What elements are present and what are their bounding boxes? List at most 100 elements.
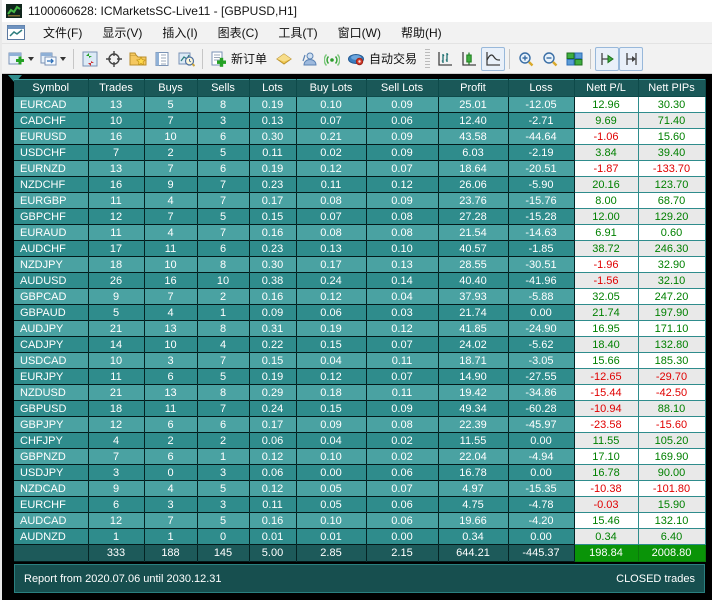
table-row[interactable]: AUDCAD 12 7 5 0.16 0.10 0.06 19.66 -4.20 15.46 132… (14, 512, 706, 529)
table-row[interactable]: EURUSD 16 10 6 0.30 0.21 0.09 43.58 -44.64 -1.06 1… (14, 128, 706, 145)
metaeditor-button[interactable] (272, 47, 296, 71)
table-row[interactable]: NZDCAD 9 4 5 0.12 0.05 0.07 4.97 -15.35 -10.38 -10… (14, 480, 706, 497)
col-sell-lots[interactable]: Sell Lots (366, 79, 439, 97)
tester-icon (178, 52, 195, 67)
new-chart-button[interactable] (5, 47, 37, 71)
value-cell: 5 (197, 480, 250, 497)
value-cell: 6 (144, 416, 198, 433)
signals-button[interactable] (320, 47, 344, 71)
table-row[interactable]: NZDUSD 21 13 8 0.29 0.18 0.11 19.42 -34.86 -15.44… (14, 384, 706, 401)
value-cell: -42.50 (637, 384, 706, 401)
table-row[interactable]: EURAUD 11 4 7 0.16 0.08 0.08 21.54 -14.63 6.91 0.6… (14, 224, 706, 241)
table-row[interactable]: AUDJPY 21 13 8 0.31 0.19 0.12 41.85 -24.90 16.95 1… (14, 320, 706, 337)
col-nett-pips[interactable]: Nett PIPs (638, 79, 706, 97)
menu-tools[interactable]: 工具(T) (268, 22, 327, 43)
value-cell: 0.05 (296, 480, 367, 497)
profiles-icon (40, 52, 57, 65)
table-row[interactable]: EURCAD 13 5 8 0.19 0.10 0.09 25.01 -12.05 12.96 30… (14, 96, 706, 113)
table-row[interactable]: NZDCHF 16 9 7 0.23 0.11 0.12 26.06 -5.90 20.16 123… (14, 176, 706, 193)
table-row[interactable]: AUDUSD 26 16 10 0.38 0.24 0.14 40.40 -41.96 -1.56… (14, 272, 706, 289)
tester-button[interactable] (174, 47, 198, 71)
menu-file[interactable]: 文件(F) (33, 22, 92, 43)
col-buys[interactable]: Buys (144, 79, 198, 97)
col-nett-pl[interactable]: Nett P/L (574, 79, 639, 97)
toolbar-separator (73, 48, 74, 69)
table-row[interactable]: EURGBP 11 4 7 0.17 0.08 0.09 23.76 -15.76 8.00 68.… (14, 192, 706, 209)
chart-shift-button[interactable] (619, 46, 644, 71)
col-sells[interactable]: Sells (197, 79, 250, 97)
menu-insert[interactable]: 插入(I) (152, 22, 207, 43)
table-row[interactable]: GBPUSD 18 11 7 0.24 0.15 0.09 49.34 -60.28 -10.94… (14, 400, 706, 417)
menu-view[interactable]: 显示(V) (92, 22, 152, 43)
col-lots[interactable]: Lots (249, 79, 297, 97)
value-cell: 0.24 (249, 400, 297, 417)
window-title: 1100060628: ICMarketsSC-Live11 - [GBPUSD… (28, 4, 298, 18)
table-row[interactable]: GBPCHF 12 7 5 0.15 0.07 0.08 27.28 -15.28 12.00 12… (14, 208, 706, 225)
table-row[interactable]: GBPCAD 9 7 2 0.16 0.12 0.04 37.93 -5.88 32.05 247.… (14, 288, 706, 305)
profiles-button[interactable] (37, 47, 69, 71)
terminal-icon (155, 51, 169, 66)
value-cell: 0.30 (249, 256, 297, 273)
terminal-button[interactable] (150, 47, 174, 71)
candle-chart-icon (462, 51, 477, 66)
navigator-button[interactable] (126, 47, 150, 71)
value-cell: 13 (88, 160, 145, 177)
value-cell: 17 (88, 240, 145, 257)
table-row[interactable]: CADJPY 14 10 4 0.22 0.15 0.07 24.02 -5.62 18.40 13… (14, 336, 706, 353)
toolbar-grip[interactable] (425, 48, 431, 69)
table-body: EURCAD 13 5 8 0.19 0.10 0.09 25.01 -12.05 12.96 30… (14, 96, 706, 562)
col-buy-lots[interactable]: Buy Lots (296, 79, 367, 97)
market-watch-button[interactable] (78, 47, 102, 71)
autotrade-button[interactable]: 自动交易 (344, 47, 422, 71)
col-loss[interactable]: Loss (508, 79, 575, 97)
table-row[interactable]: USDCHF 7 2 5 0.11 0.02 0.09 6.03 -2.19 3.84 39.40 (14, 144, 706, 161)
value-cell: 3 (197, 464, 250, 481)
zoom-out-button[interactable] (538, 47, 562, 71)
value-cell: 19.66 (438, 512, 509, 529)
menu-window[interactable]: 窗口(W) (328, 22, 391, 43)
table-row[interactable]: USDJPY 3 0 3 0.06 0.00 0.06 16.78 0.00 16.78 90.00 (14, 464, 706, 481)
col-symbol[interactable]: Symbol (14, 79, 89, 97)
symbol-cell: CADCHF (14, 112, 89, 129)
community-button[interactable] (296, 47, 320, 71)
table-row[interactable]: EURJPY 11 6 5 0.19 0.12 0.07 14.90 -27.55 -12.65-… (14, 368, 706, 385)
zoom-in-icon (519, 51, 534, 66)
table-row[interactable]: AUDCHF 17 11 6 0.23 0.13 0.10 40.57 -1.85 38.72 24… (14, 240, 706, 257)
table-row[interactable]: AUDNZD 1 1 0 0.01 0.01 0.00 0.34 0.00 0.34 6.40 (14, 528, 706, 545)
zoom-in-button[interactable] (514, 47, 538, 71)
value-cell: 10 (144, 128, 198, 145)
value-cell: 23.76 (438, 192, 509, 209)
value-cell: 132.10 (637, 512, 706, 529)
candle-chart-button[interactable] (457, 47, 481, 71)
table-row[interactable]: GBPAUD 5 4 1 0.09 0.06 0.03 21.74 0.00 21.74 197.9… (14, 304, 706, 321)
table-row[interactable]: CHFJPY 4 2 2 0.06 0.04 0.02 11.55 0.00 11.55 105.2… (14, 432, 706, 449)
value-cell: 15.46 (573, 512, 639, 529)
table-row[interactable]: GBPNZD 7 6 1 0.12 0.10 0.02 22.04 -4.94 17.10 169.… (14, 448, 706, 465)
table-row[interactable]: EURCHF 6 3 3 0.11 0.05 0.06 4.75 -4.78 -0.03 15.90 (14, 496, 706, 513)
crosshair-icon (106, 50, 122, 67)
table-row[interactable]: NZDJPY 18 10 8 0.30 0.17 0.13 28.55 -30.51 -1.96 3… (14, 256, 706, 273)
col-profit[interactable]: Profit (438, 79, 509, 97)
line-chart-button[interactable] (481, 46, 506, 71)
crosshair-button[interactable] (102, 47, 126, 71)
new-order-button[interactable]: 新订单 (207, 47, 272, 71)
table-row[interactable]: USDCAD 10 3 7 0.15 0.04 0.11 18.71 -3.05 15.66 185… (14, 352, 706, 369)
value-cell: 9.69 (573, 112, 639, 129)
value-cell: 0.01 (296, 528, 367, 545)
col-trades[interactable]: Trades (88, 79, 145, 97)
metaeditor-icon (276, 52, 292, 65)
value-cell: 0.09 (366, 400, 439, 417)
autoscroll-button[interactable] (595, 46, 620, 71)
value-cell: 7 (197, 352, 250, 369)
menu-charts[interactable]: 图表(C) (208, 22, 269, 43)
table-row[interactable]: CADCHF 10 7 3 0.13 0.07 0.06 12.40 -2.71 9.69 71.4… (14, 112, 706, 129)
tile-windows-button[interactable] (562, 47, 586, 71)
value-cell: 0 (144, 464, 198, 481)
value-cell: 0.19 (249, 368, 297, 385)
value-cell: 11 (144, 240, 198, 257)
menu-help[interactable]: 帮助(H) (391, 22, 452, 43)
value-cell: 0.34 (573, 528, 639, 545)
table-row[interactable]: GBPJPY 12 6 6 0.17 0.09 0.08 22.39 -45.97 -23.58-… (14, 416, 706, 433)
bar-chart-button[interactable] (433, 47, 457, 71)
table-row[interactable]: EURNZD 13 7 6 0.19 0.12 0.07 18.64 -20.51 -1.87 -1… (14, 160, 706, 177)
